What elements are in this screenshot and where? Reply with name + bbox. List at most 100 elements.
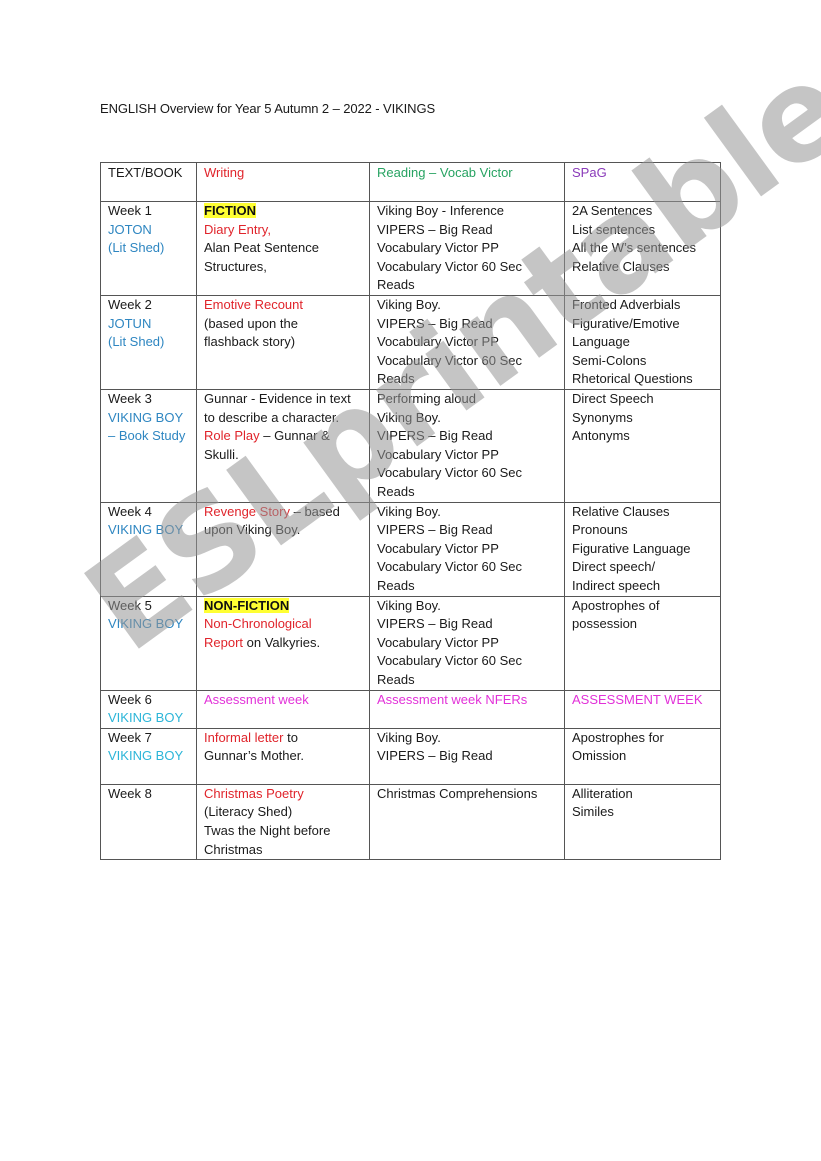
writing-line: Structures, (204, 258, 267, 274)
writing-cell: FICTION Diary Entry, Alan Peat Sentence … (196, 201, 370, 296)
genre-highlight: NON-FICTION (204, 597, 290, 613)
spag-item: Similes (572, 804, 614, 820)
spag-item: List sentences (572, 221, 656, 237)
reading-item: Vocabulary Victor 60 Sec (377, 653, 523, 669)
writing-task: Emotive Recount (204, 297, 303, 312)
book-cell: Week 6 VIKING BOY (100, 689, 197, 729)
reading-item: Reads (377, 371, 415, 387)
assessment-label: Assessment week (204, 691, 309, 707)
spag-item: Direct speech/ (572, 559, 656, 575)
reading-cell: Viking Boy. VIPERS – Big Read Vocabulary… (369, 595, 565, 691)
week-label: Week 3 (108, 391, 152, 406)
writing-line: Gunnar - Evidence in text (204, 391, 351, 406)
spag-item: Rhetorical Questions (572, 371, 693, 387)
writing-task: Non-Chronological (204, 616, 312, 632)
reading-cell: Assessment week NFERs (369, 689, 565, 729)
writing-line: Alan Peat Sentence (204, 240, 319, 256)
book-title: VIKING BOY (108, 409, 184, 425)
reading-item: Performing aloud (377, 391, 476, 406)
reading-item: Vocabulary Victor PP (377, 334, 499, 350)
spag-item: Semi-Colons (572, 352, 647, 368)
writing-line: (based upon the (204, 315, 298, 331)
table-row: Week 3 VIKING BOY – Book Study Gunnar - … (100, 389, 721, 503)
english-overview-table: TEXT/BOOK Writing Reading – Vocab Victor… (100, 162, 721, 861)
week-label: Week 6 (108, 691, 152, 707)
writing-line: upon Viking Boy. (204, 522, 301, 538)
book-cell: Week 8 (100, 783, 197, 861)
reading-cell: Performing aloud Viking Boy. VIPERS – Bi… (369, 389, 565, 503)
reading-cell: Viking Boy. VIPERS – Big Read Vocabulary… (369, 295, 565, 390)
genre-highlight: FICTION (204, 203, 256, 218)
spag-cell: Direct Speech Synonyms Antonyms (564, 389, 721, 503)
book-source: (Lit Shed) (108, 334, 165, 350)
reading-item: VIPERS – Big Read (377, 616, 493, 632)
book-cell: Week 1 JOTON (Lit Shed) (100, 201, 197, 296)
table-row: Week 5 VIKING BOY NON-FICTION Non-Chrono… (100, 595, 721, 691)
week-label: Week 5 (108, 597, 152, 613)
book-title: VIKING BOY (108, 710, 184, 726)
reading-item: Christmas Comprehensions (377, 785, 538, 801)
reading-item: Viking Boy. (377, 729, 441, 745)
spag-item: Figurative Language (572, 540, 691, 556)
week-label: Week 1 (108, 203, 152, 218)
book-title: VIKING BOY (108, 616, 184, 632)
reading-item: Vocabulary Victor 60 Sec (377, 465, 523, 481)
week-label: Week 4 (108, 503, 152, 519)
spag-item: possession (572, 616, 638, 632)
spag-item: Pronouns (572, 522, 628, 538)
header-writing: Writing (196, 162, 370, 202)
header-reading: Reading – Vocab Victor (369, 162, 565, 202)
book-cell: Week 7 VIKING BOY (100, 727, 197, 785)
writing-task: Diary Entry, (204, 221, 271, 237)
table-row: Week 4 VIKING BOY Revenge Story – based … (100, 501, 721, 597)
book-source: – Book Study (108, 428, 186, 444)
writing-task: Christmas Poetry (204, 785, 304, 801)
table-row: Week 2 JOTUN (Lit Shed) Emotive Recount … (100, 295, 721, 390)
table-row: Week 8 Christmas Poetry (Literacy Shed) … (100, 783, 721, 861)
reading-cell: Christmas Comprehensions (369, 783, 565, 861)
reading-item: Reads (377, 483, 415, 499)
reading-item: VIPERS – Big Read (377, 522, 493, 538)
spag-item: Language (572, 334, 630, 350)
writing-cell: Revenge Story – based upon Viking Boy. (196, 501, 370, 597)
reading-item: Reads (377, 671, 415, 687)
book-title: JOTUN (108, 315, 152, 331)
table-row: Week 1 JOTON (Lit Shed) FICTION Diary En… (100, 201, 721, 296)
reading-item: Viking Boy. (377, 297, 441, 312)
book-title: JOTON (108, 221, 152, 237)
writing-line: flashback story) (204, 334, 296, 350)
header-spag: SPaG (564, 162, 721, 202)
reading-item: VIPERS – Big Read (377, 428, 493, 444)
reading-item: VIPERS – Big Read (377, 315, 493, 331)
week-label: Week 7 (108, 729, 152, 745)
spag-item: Alliteration (572, 785, 633, 801)
spag-cell: ASSESSMENT WEEK (564, 689, 721, 729)
reading-item: Vocabulary Victor PP (377, 540, 499, 556)
reading-item: VIPERS – Big Read (377, 221, 493, 237)
writing-cell: NON-FICTION Non-Chronological Report on … (196, 595, 370, 691)
reading-item: Reads (377, 577, 415, 593)
spag-cell: Apostrophes for Omission (564, 727, 721, 785)
header-label: Reading – Vocab Victor (377, 165, 513, 180)
writing-cell: Gunnar - Evidence in text to describe a … (196, 389, 370, 503)
writing-line: to describe a character. (204, 409, 340, 425)
spag-item: All the W’s sentences (572, 240, 697, 256)
reading-cell: Viking Boy - Inference VIPERS – Big Read… (369, 201, 565, 296)
reading-cell: Viking Boy. VIPERS – Big Read (369, 727, 565, 785)
reading-item: Viking Boy - Inference (377, 203, 504, 218)
writing-task-detail: – based (290, 503, 340, 519)
spag-cell: Apostrophes of possession (564, 595, 721, 691)
reading-item: Reads (377, 277, 415, 293)
writing-line: Skulli. (204, 446, 239, 462)
reading-item: Viking Boy. (377, 597, 441, 613)
table-row: Week 6 VIKING BOY Assessment week Assess… (100, 689, 721, 729)
reading-cell: Viking Boy. VIPERS – Big Read Vocabulary… (369, 501, 565, 597)
writing-cell: Informal letter to Gunnar’s Mother. (196, 727, 370, 785)
spag-item: Fronted Adverbials (572, 297, 681, 312)
table-header-row: TEXT/BOOK Writing Reading – Vocab Victor… (100, 162, 721, 202)
book-title: VIKING BOY (108, 748, 184, 764)
writing-task-detail: – Gunnar & (259, 428, 330, 444)
book-cell: Week 3 VIKING BOY – Book Study (100, 389, 197, 503)
writing-task: Revenge Story (204, 503, 290, 519)
header-label: SPaG (572, 165, 607, 180)
